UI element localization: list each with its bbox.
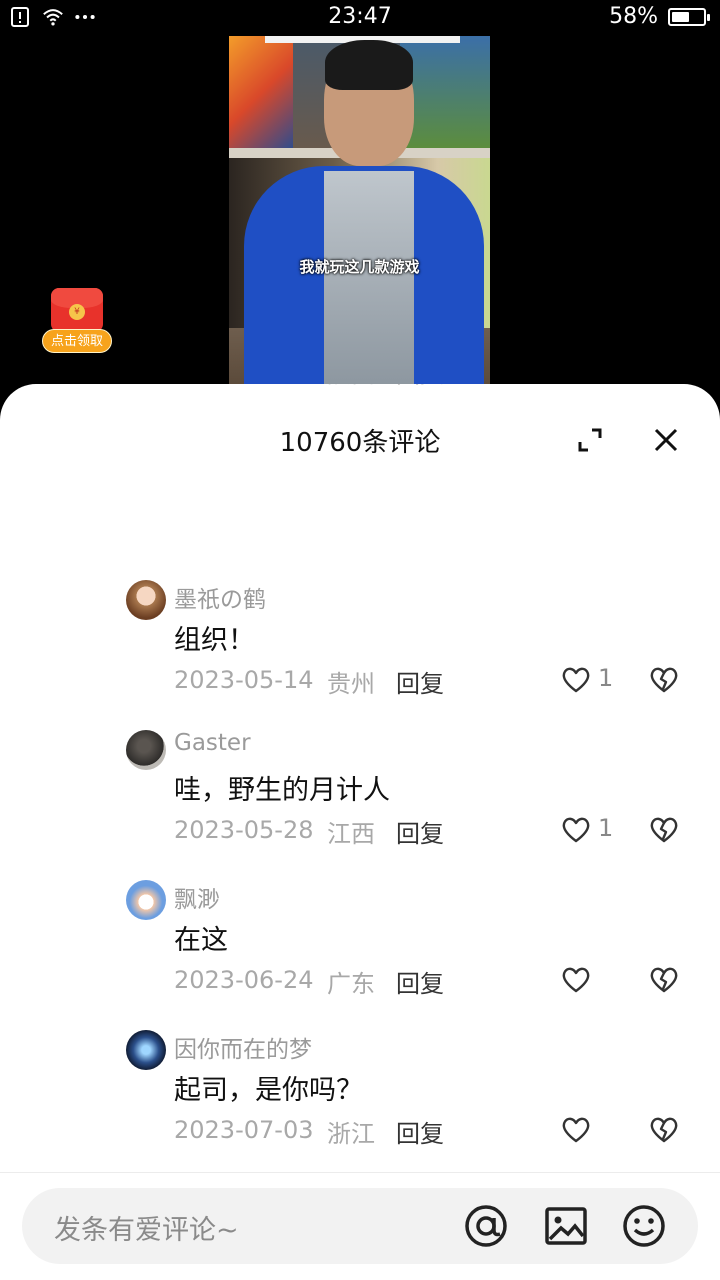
avatar[interactable] <box>126 880 166 920</box>
expand-icon[interactable] <box>574 424 606 456</box>
video-person-hair <box>325 40 413 90</box>
comments-sheet: 10760条评论 仕坑2023-05-13陕西回复1墨祇の鹤组织！2023-05… <box>0 384 720 1280</box>
battery-level <box>672 11 690 22</box>
comment-item[interactable]: 飘渺在这 2023-06-24 广东 回复 <box>0 880 720 1030</box>
comment-region: 陕西 <box>327 384 375 389</box>
like-count: 1 <box>598 814 614 842</box>
comment-username[interactable]: 墨祇の鹤 <box>174 580 266 614</box>
comments-count-title: 10760条评论 <box>279 428 441 458</box>
avatar[interactable] <box>126 730 166 770</box>
comment-text: 在这 <box>174 925 228 956</box>
comment-username[interactable]: 因你而在的梦 <box>174 1030 312 1064</box>
comment-date: 2023-05-14 <box>174 666 314 694</box>
comment-date: 2023-07-03 <box>174 1116 314 1144</box>
reply-button[interactable]: 回复 <box>396 964 444 999</box>
comment-region: 浙江 <box>327 1120 375 1148</box>
dislike-broken-heart-icon[interactable] <box>648 964 680 994</box>
video-player[interactable]: 我就玩这几款游戏 <box>229 36 490 386</box>
red-packet-button[interactable]: ¥ 点击领取 <box>42 288 112 356</box>
status-bar: 23:47 58% <box>0 0 720 38</box>
like-heart-icon[interactable] <box>560 814 592 844</box>
dislike-broken-heart-icon[interactable] <box>648 814 680 844</box>
reply-button[interactable]: 回复 <box>396 664 444 699</box>
battery-icon <box>668 7 710 26</box>
comment-text: 哇，野生的月计人 <box>174 775 390 806</box>
avatar[interactable] <box>126 580 166 620</box>
emoji-icon[interactable] <box>620 1202 668 1250</box>
comment-input-placeholder: 发条有爱评论~ <box>54 1215 239 1246</box>
like-count: 1 <box>598 664 614 692</box>
like-heart-icon[interactable] <box>560 1114 592 1144</box>
red-packet-label: 点击领取 <box>42 329 112 353</box>
comment-region: 江西 <box>327 820 375 848</box>
comment-username[interactable]: Gaster <box>174 730 251 756</box>
reply-button[interactable]: 回复 <box>396 384 444 389</box>
comment-date: 2023-05-28 <box>174 816 314 844</box>
comment-item[interactable]: 仕坑2023-05-13陕西回复1 <box>0 384 720 420</box>
close-icon[interactable] <box>650 424 682 456</box>
coin-icon: ¥ <box>69 304 85 320</box>
like-heart-icon[interactable] <box>560 664 592 694</box>
divider <box>0 1172 720 1173</box>
dislike-broken-heart-icon[interactable] <box>648 1114 680 1144</box>
comment-username[interactable]: 飘渺 <box>174 880 220 914</box>
comment-region: 贵州 <box>327 670 375 698</box>
dislike-broken-heart-icon[interactable] <box>648 664 680 694</box>
reply-button[interactable]: 回复 <box>396 1114 444 1149</box>
comment-item[interactable]: 因你而在的梦起司，是你吗？ 2023-07-03 浙江 回复 <box>0 1030 720 1180</box>
comment-date: 2023-06-24 <box>174 966 314 994</box>
battery-percent: 58% <box>609 4 658 29</box>
video-subtitle: 我就玩这几款游戏 <box>299 258 420 276</box>
like-heart-icon[interactable] <box>560 964 592 994</box>
comment-text: 组织！ <box>174 625 255 656</box>
comment-text: 起司，是你吗？ <box>174 1075 363 1106</box>
video-person-shirt <box>324 171 414 386</box>
avatar[interactable] <box>126 1030 166 1070</box>
comment-region: 广东 <box>327 970 375 998</box>
comment-item[interactable]: 墨祇の鹤组织！ 2023-05-14 贵州 回复 1 <box>0 580 720 730</box>
at-icon[interactable] <box>462 1202 510 1250</box>
image-icon[interactable] <box>542 1202 590 1250</box>
comment-input-bar[interactable]: 发条有爱评论~ <box>22 1188 698 1264</box>
comment-item[interactable]: Gaster 哇，野生的月计人 2023-05-28 江西 回复 1 <box>0 730 720 880</box>
reply-button[interactable]: 回复 <box>396 814 444 849</box>
status-right: 58% <box>609 4 710 29</box>
video-scene-poster <box>229 36 293 151</box>
